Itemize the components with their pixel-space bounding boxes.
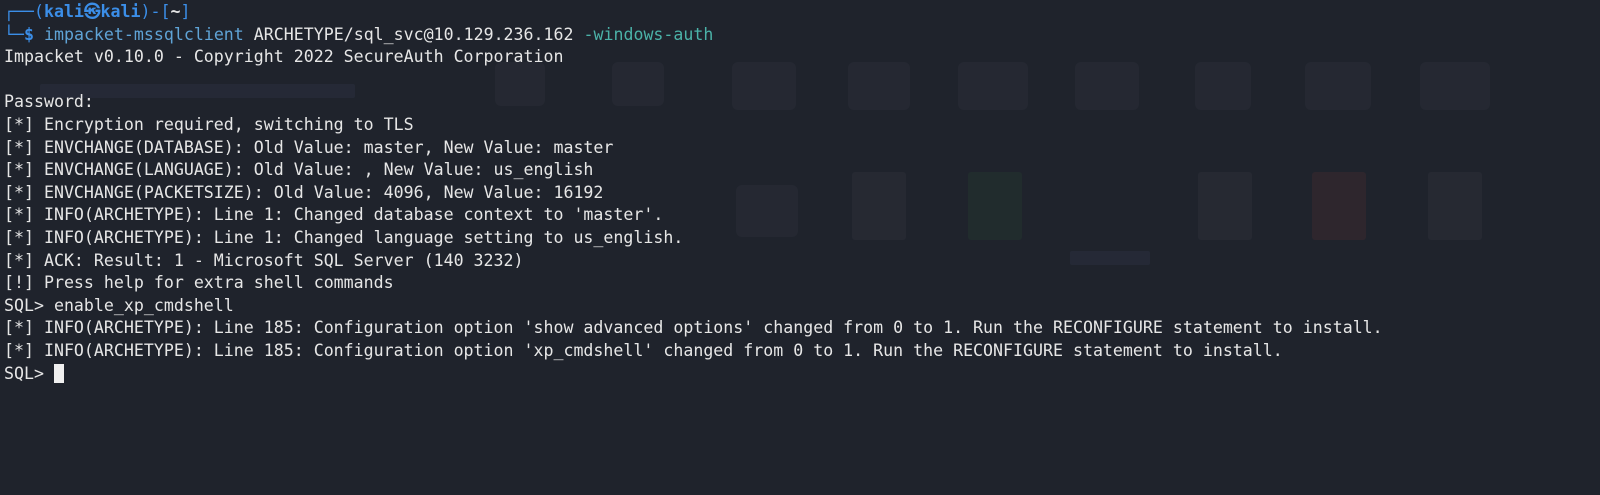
command-program: impacket-mssqlclient	[43, 24, 244, 44]
output-line: [*] INFO(ARCHETYPE): Line 185: Configura…	[4, 340, 1283, 360]
current-prompt-line[interactable]: SQL>	[4, 363, 1600, 386]
prompt-bottom-left: └─	[4, 24, 24, 44]
terminal-window[interactable]: ┌──(kali㉿kali)-[~] └─$ impacket-mssqlcli…	[4, 1, 1600, 495]
prompt-user: kali	[43, 2, 84, 21]
output-line: Password:	[4, 92, 94, 112]
output-line: [*] INFO(ARCHETYPE): Line 1: Changed lan…	[4, 227, 684, 247]
command-target: ARCHETYPE/sql_svc@10.129.236.162	[253, 24, 574, 44]
output-line: Impacket v0.10.0 - Copyright 2022 Secure…	[4, 47, 564, 67]
prompt-host: kali	[100, 2, 141, 21]
output-line: [*] ENVCHANGE(DATABASE): Old Value: mast…	[4, 137, 614, 157]
sql-prompt: SQL>	[4, 363, 54, 383]
prompt-top-left: ┌──(	[4, 2, 44, 21]
output-line: [*] Encryption required, switching to TL…	[4, 114, 414, 134]
prompt-dir: ~	[170, 2, 181, 21]
output-line: [!] Press help for extra shell commands	[4, 273, 394, 293]
prompt-middle: )-[	[140, 2, 171, 21]
prompt-at-symbol: ㉿	[83, 2, 101, 21]
output-line: SQL> enable_xp_cmdshell	[4, 295, 234, 315]
output-line: [*] ENVCHANGE(LANGUAGE): Old Value: , Ne…	[4, 160, 594, 180]
prompt-end: ]	[180, 2, 191, 21]
output-line: [*] INFO(ARCHETYPE): Line 1: Changed dat…	[4, 205, 664, 225]
output-line: [*] ENVCHANGE(PACKETSIZE): Old Value: 40…	[4, 182, 604, 202]
text-cursor[interactable]	[53, 363, 64, 383]
prompt-line: ┌──(kali㉿kali)-[~]	[4, 1, 1600, 24]
output-line: [*] INFO(ARCHETYPE): Line 185: Configura…	[4, 318, 1383, 338]
command-option: -windows-auth	[583, 24, 714, 44]
command-line: └─$ impacket-mssqlclient ARCHETYPE/sql_s…	[4, 24, 1600, 47]
output-line: [*] ACK: Result: 1 - Microsoft SQL Serve…	[4, 250, 524, 270]
prompt-dollar: $	[23, 24, 34, 44]
